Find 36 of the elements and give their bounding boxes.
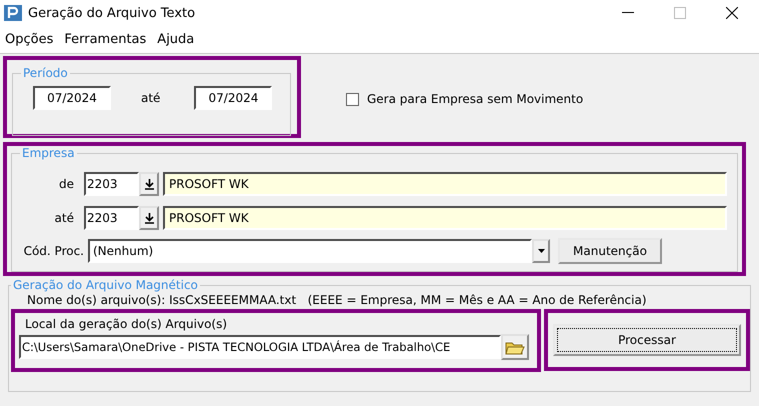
company-name-field[interactable]: PROSOFT WK xyxy=(163,206,727,230)
download-arrow-icon xyxy=(144,212,154,224)
menu-item[interactable]: Opções xyxy=(2,32,62,47)
location-label: Local da geração do(s) Arquivo(s) xyxy=(24,317,228,331)
proc-label: Cód. Proc. xyxy=(22,244,85,258)
group-legend: Geração do Arquivo Magnético xyxy=(11,278,200,292)
minimize-icon xyxy=(622,12,634,14)
window-title: Geração do Arquivo Texto xyxy=(28,6,196,20)
company-code-field[interactable]: 2203 xyxy=(84,206,139,230)
file-name-info: Nome do(s) arquivo(s): IssCxSEEEEMMAA.txt (EEEE = Empresa, MM = Mês e AA = Ano de Referência) xyxy=(26,293,648,307)
menu-item[interactable]: Ferramentas xyxy=(61,32,154,47)
group-legend: Empresa xyxy=(20,146,77,160)
group-legend: Período xyxy=(21,66,70,80)
company-code-field[interactable]: 2203 xyxy=(84,172,139,196)
download-arrow-icon xyxy=(144,178,154,190)
until-label: até xyxy=(141,91,160,105)
dropdown-caret-icon[interactable] xyxy=(532,239,550,263)
download-icon-button[interactable] xyxy=(139,206,159,230)
process-button[interactable]: Processar xyxy=(553,324,741,356)
close-icon xyxy=(726,7,738,19)
maximize-icon xyxy=(674,7,686,19)
caret-icon xyxy=(538,249,544,253)
checkbox-label: Gera para Empresa sem Movimento xyxy=(367,92,584,106)
process-code-dropdown[interactable]: (Nenhum) xyxy=(88,239,532,263)
download-icon-button[interactable] xyxy=(139,172,159,196)
row-label: até xyxy=(54,211,75,225)
end-period-field[interactable]: 07/2024 xyxy=(194,86,272,110)
folder-icon-button[interactable] xyxy=(501,334,529,360)
checkbox[interactable] xyxy=(346,92,359,106)
menu-item[interactable]: Ajuda xyxy=(154,32,202,47)
row-label: de xyxy=(58,177,75,191)
path-field[interactable]: C:\Users\Samara\OneDrive - PISTA TECNOLOGIA LTDA\Área de Trabalho\CE xyxy=(19,335,501,359)
start-period-field[interactable]: 07/2024 xyxy=(33,86,111,110)
app-logo-icon xyxy=(4,5,22,21)
maintenance-button[interactable]: Manutenção xyxy=(558,238,662,264)
company-name-field[interactable]: PROSOFT WK xyxy=(163,172,727,196)
